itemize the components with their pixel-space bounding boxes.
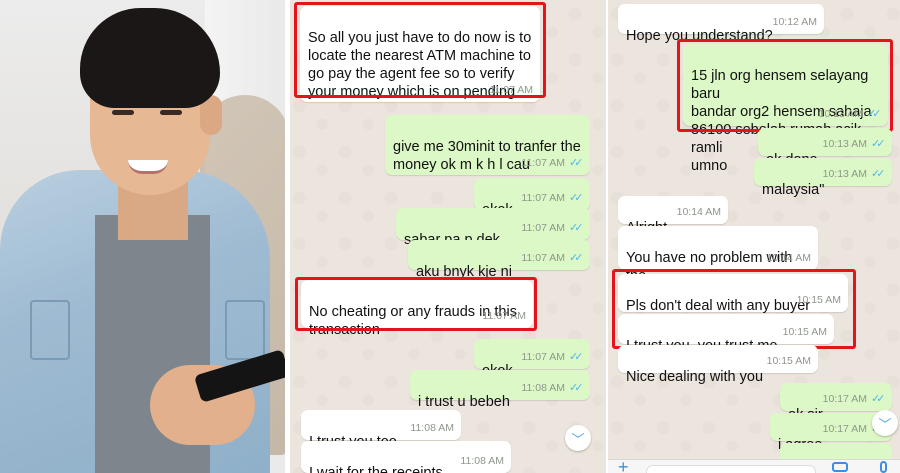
plus-icon[interactable]: + — [618, 457, 629, 473]
message-composer: + — [608, 457, 900, 473]
message-time: 11:07 AM — [521, 157, 565, 169]
camera-icon[interactable] — [832, 462, 848, 472]
message-incoming[interactable]: Alright 10:14 AM — [618, 196, 728, 236]
message-text: aku bnyk kje ni — [416, 264, 512, 280]
message-time: 11:07 AM — [489, 84, 533, 96]
message-outgoing[interactable]: 15 jln org hensem selayang baru bandar o… — [683, 44, 888, 174]
read-ticks-icon: ✓✓ — [871, 138, 885, 150]
message-time: 11:08 AM — [521, 382, 565, 394]
message-time: 10:13 AM — [822, 138, 867, 150]
read-ticks-icon: ✓✓ — [871, 168, 885, 180]
message-time: 10:15 AM — [796, 294, 841, 306]
read-ticks-icon: ✓✓ — [569, 192, 583, 204]
message-outgoing[interactable]: sabar pa p dek 11:07 AM✓✓ — [396, 208, 590, 248]
message-time: 11:07 AM — [482, 310, 526, 322]
message-incoming[interactable]: Nice dealing with you 10:15 AM — [618, 345, 818, 385]
read-ticks-icon: ✓✓ — [569, 351, 583, 363]
message-time: 11:07 AM — [521, 351, 565, 363]
message-text: i trust u bebeh — [418, 394, 510, 410]
read-ticks-icon: ✓✓ — [569, 252, 583, 264]
message-incoming[interactable]: So all you just have to do now is to loc… — [300, 6, 540, 102]
message-incoming[interactable]: Pls don't deal with any buyer again 10:1… — [618, 274, 848, 332]
chat-screenshot-2[interactable]: Hope you understand? 10:12 AM 15 jln org… — [608, 0, 900, 473]
message-outgoing[interactable]: give me 30minit to tranfer the money ok … — [385, 115, 590, 175]
message-time: 11:07 AM — [521, 252, 565, 264]
message-incoming[interactable]: You have no problem with the Payment 10:… — [618, 226, 818, 302]
message-input[interactable] — [646, 465, 816, 473]
message-text: I wait for the receipts — [309, 465, 443, 473]
chevron-down-icon[interactable]: ﹀ — [565, 425, 591, 451]
message-text: malaysia" — [762, 182, 825, 198]
message-incoming[interactable]: I trust you, you trust me 10:15 AM — [618, 314, 834, 354]
message-text: Hope you understand? — [626, 28, 773, 44]
message-time: 10:17 AM — [822, 423, 867, 435]
read-ticks-icon: ✓✓ — [867, 108, 881, 120]
message-incoming[interactable]: I trust you too 11:08 AM — [301, 410, 461, 450]
message-time: 11:07 AM — [521, 192, 565, 204]
microphone-icon[interactable] — [880, 461, 887, 473]
message-incoming[interactable]: No cheating or any frauds in this transa… — [301, 280, 533, 338]
read-ticks-icon: ✓✓ — [871, 393, 885, 405]
message-time: 11:07 AM — [521, 222, 565, 234]
message-time: 10:12 AM — [772, 16, 817, 28]
message-incoming[interactable]: I wait for the receipts 11:08 AM — [301, 441, 511, 473]
message-time: 10:17 AM — [822, 393, 867, 405]
eye — [160, 110, 182, 115]
message-outgoing[interactable]: ok done 10:13 AM✓✓ — [758, 128, 892, 168]
jacket-pocket — [30, 300, 70, 360]
message-time: 11:08 AM — [410, 422, 454, 434]
eye — [112, 110, 134, 115]
message-outgoing[interactable]: aku bnyk kje ni 11:07 AM ✓✓ — [408, 240, 590, 280]
message-time: 10:13 AM — [822, 168, 867, 180]
message-time: 10:14 AM — [766, 252, 811, 264]
message-outgoing[interactable]: i trust u bebeh 11:08 AM ✓✓ — [410, 370, 590, 410]
chat-screenshot-1[interactable]: So all you just have to do now is to loc… — [290, 0, 606, 473]
read-ticks-icon: ✓✓ — [569, 157, 583, 169]
message-time: 11:08 AM — [460, 455, 504, 467]
hair — [80, 8, 220, 108]
message-time: 10:13 AM — [818, 108, 863, 120]
man-with-phone-photo — [0, 0, 285, 473]
read-ticks-icon: ✓✓ — [569, 382, 583, 394]
chevron-down-icon[interactable]: ﹀ — [872, 410, 898, 436]
message-outgoing[interactable]: okok 11:07 AM✓✓ — [474, 339, 590, 379]
jacket-pocket — [225, 300, 265, 360]
message-incoming[interactable]: Hope you understand? 10:12 AM — [618, 4, 824, 44]
message-outgoing[interactable]: ok sir 10:17 AM✓✓ — [780, 383, 892, 423]
message-time: 10:14 AM — [676, 206, 721, 218]
message-outgoing[interactable]: malaysia" 10:13 AM ✓✓ — [754, 158, 892, 198]
message-time: 10:15 AM — [766, 355, 811, 367]
message-outgoing[interactable]: okok 11:07 AM✓✓ — [474, 178, 590, 218]
read-ticks-icon: ✓✓ — [569, 222, 583, 234]
message-text: Nice dealing with you — [626, 369, 764, 385]
message-time: 10:15 AM — [782, 326, 827, 338]
